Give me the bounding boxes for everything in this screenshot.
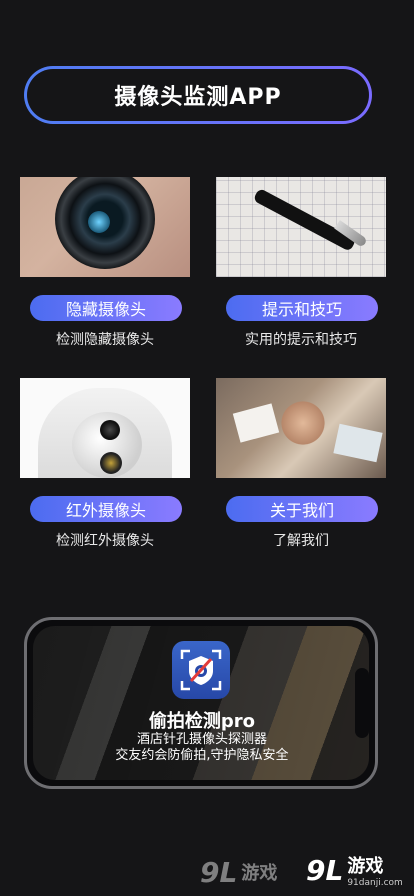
tips-desc: 实用的提示和技巧 <box>245 332 357 348</box>
about-us-desc: 了解我们 <box>273 533 329 549</box>
hidden-camera-button[interactable]: 隐藏摄像头 <box>30 295 182 321</box>
phone-notch <box>355 668 369 738</box>
app-title: 摄像头监测APP <box>114 85 282 110</box>
shield-camera-icon <box>180 649 222 691</box>
promo-app-name: 偷拍检测pro <box>148 711 256 732</box>
app-icon[interactable] <box>172 641 230 699</box>
watermark-name-faded: 游戏 <box>241 863 278 884</box>
promo-app-desc: 酒店针孔摄像头探测器 交友约会防偷拍,守护隐私安全 <box>100 732 304 764</box>
watermark-logo-faded: 9L <box>200 855 238 889</box>
camera-lens-photo <box>20 177 190 277</box>
app-title-banner: 摄像头监测APP <box>24 66 372 124</box>
team-hands-photo <box>216 378 386 478</box>
card-tips[interactable]: 提示和技巧 实用的提示和技巧 <box>216 177 386 348</box>
card-hidden-camera[interactable]: 隐藏摄像头 检测隐藏摄像头 <box>20 177 190 348</box>
promo-desc-line1: 酒店针孔摄像头探测器 <box>136 732 267 747</box>
fountain-pen-photo <box>216 177 386 277</box>
watermark: 9L 游戏 91danji.com <box>306 848 410 892</box>
watermark-logo: 9L <box>306 853 344 887</box>
watermark-url: 91danji.com <box>347 878 403 888</box>
promo-desc-line2: 交友约会防偷拍,守护隐私安全 <box>115 748 289 763</box>
dome-camera-photo <box>20 378 190 478</box>
infrared-camera-button[interactable]: 红外摄像头 <box>30 496 182 522</box>
card-about-us[interactable]: 关于我们 了解我们 <box>216 378 386 549</box>
watermark-faded: 9L 游戏 <box>200 852 310 892</box>
watermark-name: 游戏 <box>347 856 384 877</box>
hidden-camera-desc: 检测隐藏摄像头 <box>56 332 154 348</box>
infrared-camera-desc: 检测红外摄像头 <box>56 533 154 549</box>
card-infrared-camera[interactable]: 红外摄像头 检测红外摄像头 <box>20 378 190 549</box>
about-us-button[interactable]: 关于我们 <box>226 496 378 522</box>
tips-button[interactable]: 提示和技巧 <box>226 295 378 321</box>
